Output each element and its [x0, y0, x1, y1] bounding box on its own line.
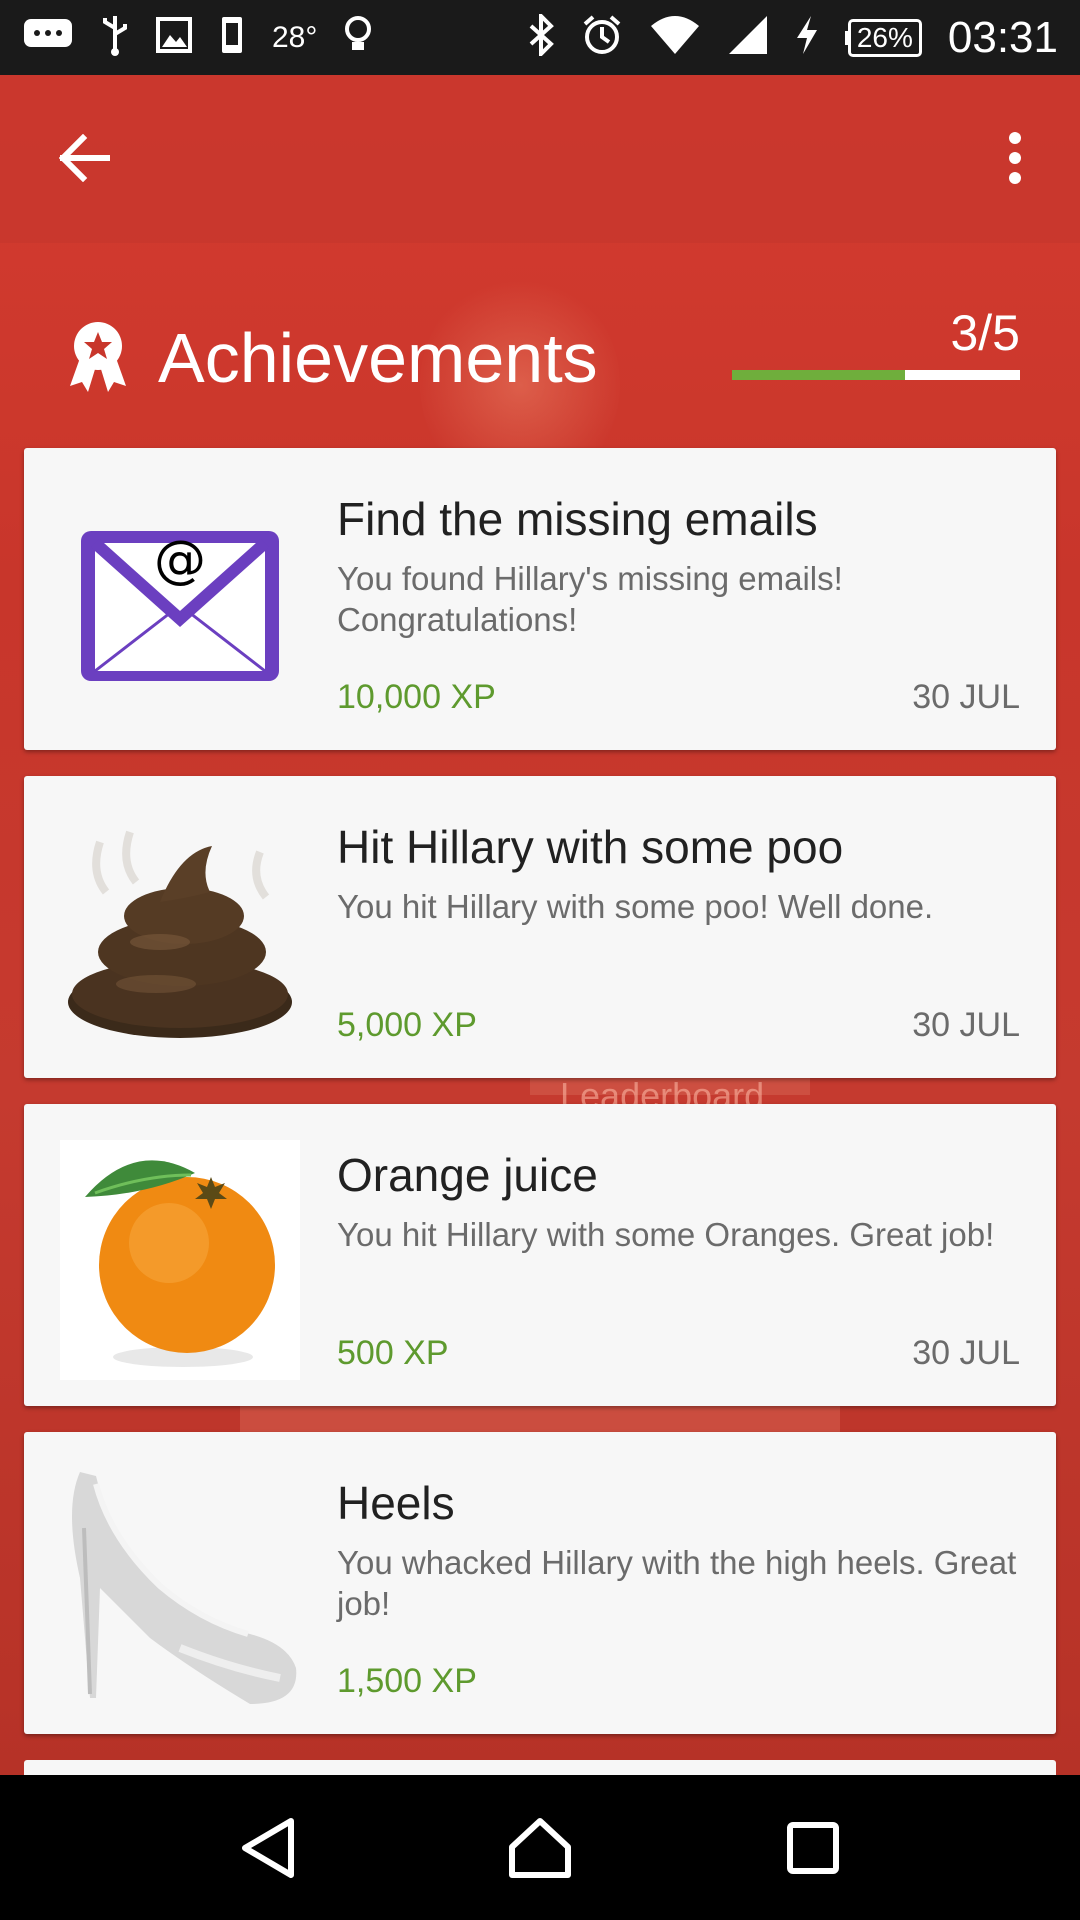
- achievement-progress-bar: [732, 370, 1020, 380]
- battery-level-text: 26%: [847, 18, 922, 57]
- nav-home-button[interactable]: [500, 1808, 580, 1888]
- svg-text:@: @: [154, 530, 206, 590]
- overflow-menu-button[interactable]: [990, 123, 1040, 193]
- achievement-thumbnail: @: [60, 484, 300, 724]
- back-button[interactable]: [50, 123, 120, 193]
- clock-text: 03:31: [947, 12, 1058, 62]
- poo-icon: [68, 830, 292, 1038]
- usb-icon: [100, 14, 130, 61]
- achievement-date: 30 JUL: [912, 678, 1020, 716]
- achievement-xp: 5,000 XP: [337, 1006, 477, 1044]
- achievement-title: Hit Hillary with some poo: [337, 821, 844, 873]
- wifi-icon: [649, 14, 701, 61]
- achievement-xp: 10,000 XP: [337, 678, 496, 716]
- achievement-card[interactable]: @ Find the missing emails You found Hill…: [24, 448, 1056, 750]
- achievement-date: 30 JUL: [912, 1334, 1020, 1372]
- achievement-description: You hit Hillary with some Oranges. Great…: [337, 1216, 995, 1253]
- alarm-icon: [581, 14, 623, 61]
- toolbar: [0, 75, 1080, 243]
- page-title: Achievements: [158, 319, 598, 397]
- achievement-thumbnail: [60, 1468, 300, 1708]
- nav-home-icon: [508, 1817, 571, 1878]
- image-icon: [156, 17, 192, 58]
- achievement-card[interactable]: Hit Hillary with some poo You hit Hillar…: [24, 776, 1056, 1078]
- achievement-title: Heels: [337, 1477, 455, 1529]
- achievement-description: You found Hillary's missing emails! Cong…: [337, 560, 843, 638]
- achievement-description: You whacked Hillary with the high heels.…: [337, 1544, 1017, 1622]
- nav-back-icon: [241, 1817, 294, 1878]
- status-bar: 28° 26% 03:31: [0, 0, 1080, 75]
- signal-icon: [727, 14, 769, 61]
- achievement-title: Orange juice: [337, 1149, 598, 1201]
- achievement-title: Find the missing emails: [337, 493, 818, 545]
- email-icon: @: [81, 530, 279, 681]
- nav-recents-button[interactable]: [773, 1808, 853, 1888]
- achievement-badge-icon: [70, 322, 126, 392]
- system-navigation-bar: [0, 1775, 1080, 1920]
- arrow-back-icon: [59, 134, 110, 182]
- achievement-xp: 500 XP: [337, 1334, 449, 1372]
- achievement-card[interactable]: Heels You whacked Hillary with the high …: [24, 1432, 1056, 1734]
- bulb-icon: [343, 14, 373, 61]
- achievement-description: You hit Hillary with some poo! Well done…: [337, 888, 934, 925]
- status-right-icons: 26% 03:31: [527, 11, 1058, 63]
- achievement-date: 30 JUL: [912, 1006, 1020, 1044]
- battery-indicator: 26%: [844, 18, 922, 57]
- achievement-thumbnail: [60, 1140, 300, 1380]
- more-vert-icon: [1009, 132, 1021, 184]
- nav-recents-icon: [787, 1821, 840, 1874]
- charging-icon: [795, 14, 819, 61]
- achievement-progress-fill: [732, 370, 905, 380]
- achievement-card[interactable]: Orange juice You hit Hillary with some O…: [24, 1104, 1056, 1406]
- achievement-xp: 1,500 XP: [337, 1662, 477, 1700]
- device-icon: [218, 15, 246, 60]
- temperature-text: 28°: [272, 20, 318, 54]
- nav-back-button[interactable]: [227, 1808, 307, 1888]
- orange-icon: [85, 1160, 275, 1367]
- high-heel-icon: [72, 1472, 297, 1704]
- status-left-icons: 28°: [22, 14, 373, 61]
- chat-icon: [22, 17, 74, 58]
- achievement-thumbnail: [60, 812, 300, 1052]
- bluetooth-icon: [527, 11, 555, 61]
- achievement-progress-text: 3/5: [950, 305, 1020, 361]
